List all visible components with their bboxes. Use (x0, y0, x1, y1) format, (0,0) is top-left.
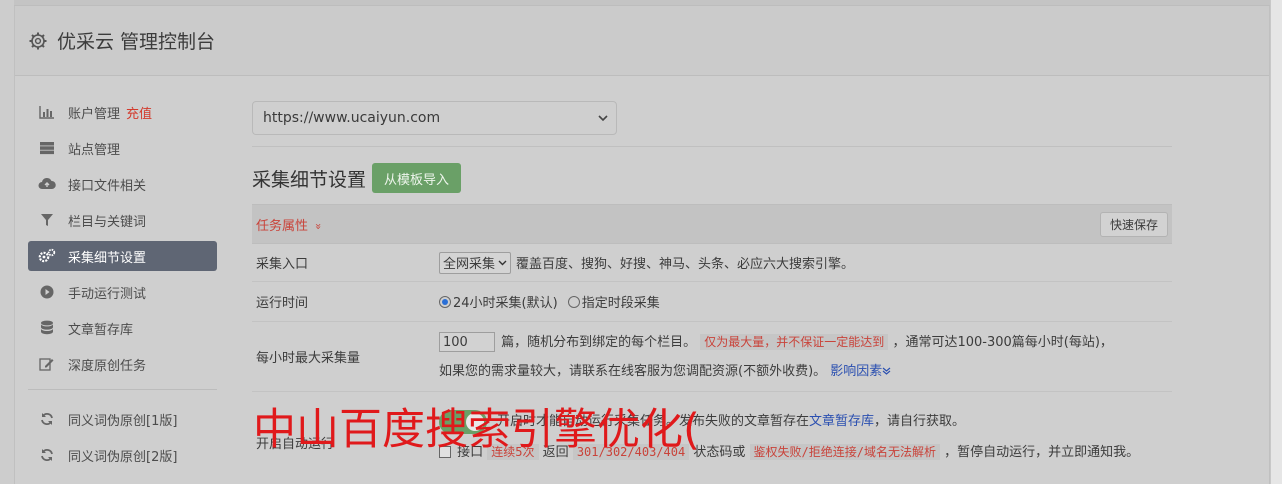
row-label: 采集入口 (256, 257, 309, 272)
max-line-1: 100 篇，随机分布到绑定的每个栏目。 仅为最大量，并不保证一定能达到 ，通常可… (439, 328, 1113, 357)
sidebar-item-label: 手动运行测试 (68, 286, 147, 302)
site-select-value: https://www.ucaiyun.com (263, 110, 441, 126)
chevron-double-down-icon: » (312, 222, 326, 230)
auto-text-2: ，请自行获取。 (874, 413, 966, 429)
row-collect-entry: 采集入口 全网采集 覆盖百度、搜狗、好搜、神马、头条、必应六大搜索引擎。 (252, 244, 1172, 282)
server-icon (38, 140, 56, 156)
max-text-2: ，通常可达100-300篇每小时(每站)， (892, 334, 1113, 350)
panel-header: 优采云 管理控制台 (15, 6, 1269, 76)
bar-chart-icon (38, 104, 56, 120)
sidebar-item-label: 同义词伪原创[1版] (68, 413, 178, 429)
collect-entry-value: 全网采集 (443, 257, 496, 272)
max-text-3: 如果您的需求量较大，请联系在线客服为您调配资源(不额外收费)。 (439, 363, 827, 379)
sidebar-item-columns[interactable]: 栏目与关键词 (28, 205, 217, 235)
gear-icon (29, 32, 47, 50)
sidebar: 账户管理 充值 站点管理 接口文件相关 栏目与关键词 采集细节设置 手动运行测试 (28, 97, 217, 476)
max-text-1: 篇，随机分布到绑定的每个栏目。 (501, 334, 697, 350)
chevron-double-down-icon (882, 367, 891, 375)
chevron-down-icon (498, 260, 507, 265)
site-select[interactable]: https://www.ucaiyun.com (252, 101, 617, 135)
sidebar-item-label: 采集细节设置 (68, 250, 147, 266)
article-store-link[interactable]: 文章暂存库 (809, 407, 874, 437)
sidebar-item-synonym-v1[interactable]: 同义词伪原创[1版] (28, 404, 217, 434)
page-title: 优采云 管理控制台 (57, 31, 216, 53)
radio-scheduled-label: 指定时段采集 (581, 296, 660, 311)
scrollbar[interactable] (1270, 0, 1282, 484)
radio-24h-label: 24小时采集(默认) (453, 296, 558, 311)
factors-link[interactable]: 影响因素 (830, 364, 891, 379)
sidebar-item-label: 深度原创任务 (68, 358, 147, 374)
row-value: 100 篇，随机分布到绑定的每个栏目。 仅为最大量，并不保证一定能达到 ，通常可… (439, 322, 1172, 391)
sidebar-item-article-store[interactable]: 文章暂存库 (28, 313, 217, 343)
sidebar-item-label: 账户管理 (68, 106, 121, 122)
sidebar-item-label: 文章暂存库 (68, 322, 134, 338)
sidebar-item-deep-original[interactable]: 深度原创任务 (28, 349, 217, 379)
sidebar-item-interface[interactable]: 接口文件相关 (28, 169, 217, 199)
row-label: 运行时间 (256, 296, 309, 311)
sidebar-item-account[interactable]: 账户管理 充值 (28, 97, 217, 127)
chevron-down-icon (598, 110, 608, 126)
recharge-link[interactable]: 充值 (126, 103, 152, 122)
import-template-button[interactable]: 从模板导入 (372, 163, 462, 193)
row-runtime: 运行时间 24小时采集(默认) 指定时段采集 (252, 282, 1172, 322)
task-attributes-label: 任务属性 (256, 218, 309, 234)
sidebar-item-label: 接口文件相关 (68, 178, 147, 194)
radio-24h[interactable] (439, 295, 451, 308)
max-per-hour-input[interactable]: 100 (439, 332, 495, 352)
auto-warn-3: 鉴权失败/拒绝连接/域名无法解析 (749, 443, 940, 460)
refresh-icon (38, 411, 56, 427)
edit-icon (38, 356, 56, 372)
sidebar-item-collect-settings[interactable]: 采集细节设置 (28, 241, 217, 271)
row-max-per-hour: 每小时最大采集量 100 篇，随机分布到绑定的每个栏目。 仅为最大量，并不保证一… (252, 322, 1172, 392)
collect-entry-select[interactable]: 全网采集 (439, 251, 512, 274)
sidebar-item-manual-run[interactable]: 手动运行测试 (28, 277, 217, 307)
task-attributes-toggle[interactable]: 任务属性 » (256, 215, 326, 234)
filter-icon (38, 212, 56, 228)
row-value: 24小时采集(默认) 指定时段采集 (439, 282, 1172, 321)
factors-link-label: 影响因素 (830, 363, 883, 379)
cloud-upload-icon (38, 176, 56, 192)
sidebar-item-synonym-v2[interactable]: 同义词伪原创[2版] (28, 440, 217, 470)
auto-text-6: ，暂停自动运行，并立即通知我。 (944, 444, 1140, 460)
refresh-icon (38, 447, 56, 463)
row-value: 全网采集 覆盖百度、搜狗、好搜、神马、头条、必应六大搜索引擎。 (439, 244, 1172, 281)
database-icon (38, 320, 56, 336)
max-warning: 仅为最大量，并不保证一定能达到 (700, 333, 889, 350)
overlay-watermark-text: 中山百度搜索引擎优化( (253, 405, 700, 455)
sidebar-item-label: 站点管理 (68, 142, 121, 158)
quick-save-button[interactable]: 快速保存 (1099, 211, 1168, 237)
auto-text-5: 状态码或 (693, 444, 746, 460)
sidebar-item-sites[interactable]: 站点管理 (28, 133, 217, 163)
sidebar-item-label: 同义词伪原创[2版] (68, 449, 178, 465)
sidebar-item-label: 栏目与关键词 (68, 214, 147, 230)
sidebar-divider (28, 389, 217, 390)
section-header: 采集细节设置 从模板导入 (252, 162, 1172, 194)
collect-entry-desc: 覆盖百度、搜狗、好搜、神马、头条、必应六大搜索引擎。 (516, 257, 855, 272)
divider (252, 146, 1172, 147)
section-title: 采集细节设置 (252, 168, 367, 191)
gears-icon (38, 248, 56, 264)
play-circle-icon (38, 284, 56, 300)
row-label: 每小时最大采集量 (256, 351, 361, 366)
max-line-2: 如果您的需求量较大，请联系在线客服为您调配资源(不额外收费)。 影响因素 (439, 357, 891, 386)
task-attributes-bar: 任务属性 » 快速保存 (252, 204, 1172, 244)
radio-scheduled[interactable] (567, 295, 580, 308)
